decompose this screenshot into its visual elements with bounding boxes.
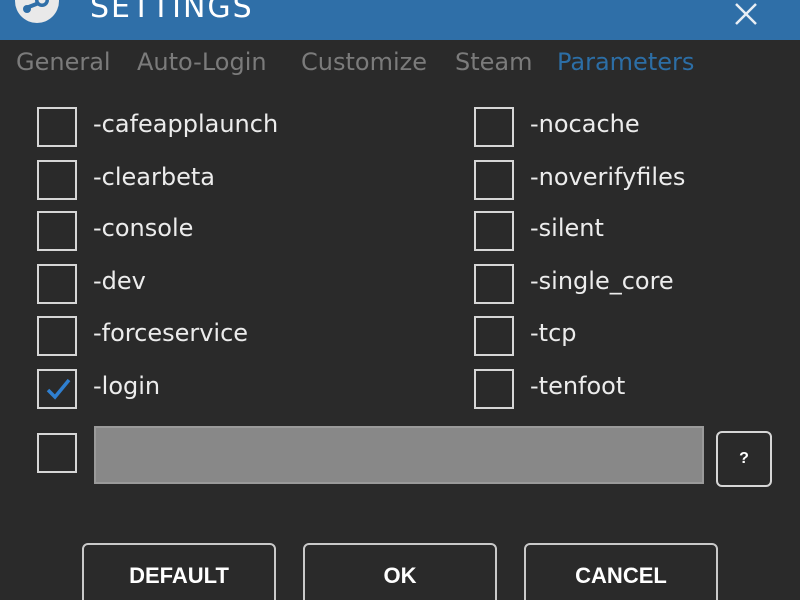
tab-steam[interactable]: Steam (455, 48, 533, 76)
checkbox[interactable] (474, 316, 514, 356)
param-label: -login (93, 372, 161, 400)
default-button[interactable]: DEFAULT (82, 543, 276, 600)
checkbox[interactable] (37, 264, 77, 304)
custom-param-input[interactable] (94, 426, 704, 484)
checkbox[interactable] (474, 264, 514, 304)
tab-bar: General Auto-Login Customize Steam Param… (0, 40, 800, 88)
checkbox[interactable] (474, 160, 514, 200)
checkbox[interactable] (37, 316, 77, 356)
param-label: -cafeapplaunch (93, 110, 279, 138)
param-label: -forceservice (93, 319, 249, 347)
tab-auto-login[interactable]: Auto-Login (137, 48, 267, 76)
tab-customize[interactable]: Customize (301, 48, 427, 76)
checkbox[interactable] (37, 107, 77, 147)
title-bar: SETTINGS (0, 0, 800, 40)
ok-button[interactable]: OK (303, 543, 497, 600)
window-title: SETTINGS (90, 0, 254, 25)
tab-parameters[interactable]: Parameters (557, 48, 694, 76)
param-label: -silent (530, 214, 604, 242)
cancel-button[interactable]: CANCEL (524, 543, 718, 600)
steam-logo-icon (14, 0, 60, 24)
checkbox[interactable] (37, 211, 77, 251)
checkbox[interactable] (474, 369, 514, 409)
tab-general[interactable]: General (16, 48, 111, 76)
checkbox-checked[interactable] (37, 369, 77, 409)
param-label: -dev (93, 267, 146, 295)
close-icon[interactable] (726, 0, 766, 34)
checkbox[interactable] (37, 160, 77, 200)
help-button[interactable]: ? (716, 431, 772, 487)
checkmark-icon (46, 378, 71, 400)
param-label: -single_core (530, 267, 674, 295)
param-label: -tcp (530, 319, 577, 347)
checkbox[interactable] (474, 107, 514, 147)
checkbox[interactable] (474, 211, 514, 251)
param-label: -tenfoot (530, 372, 626, 400)
param-label: -noverifyfiles (530, 163, 686, 191)
custom-param-checkbox[interactable] (37, 433, 77, 473)
param-label: -console (93, 214, 194, 242)
param-label: -nocache (530, 110, 640, 138)
param-label: -clearbeta (93, 163, 215, 191)
